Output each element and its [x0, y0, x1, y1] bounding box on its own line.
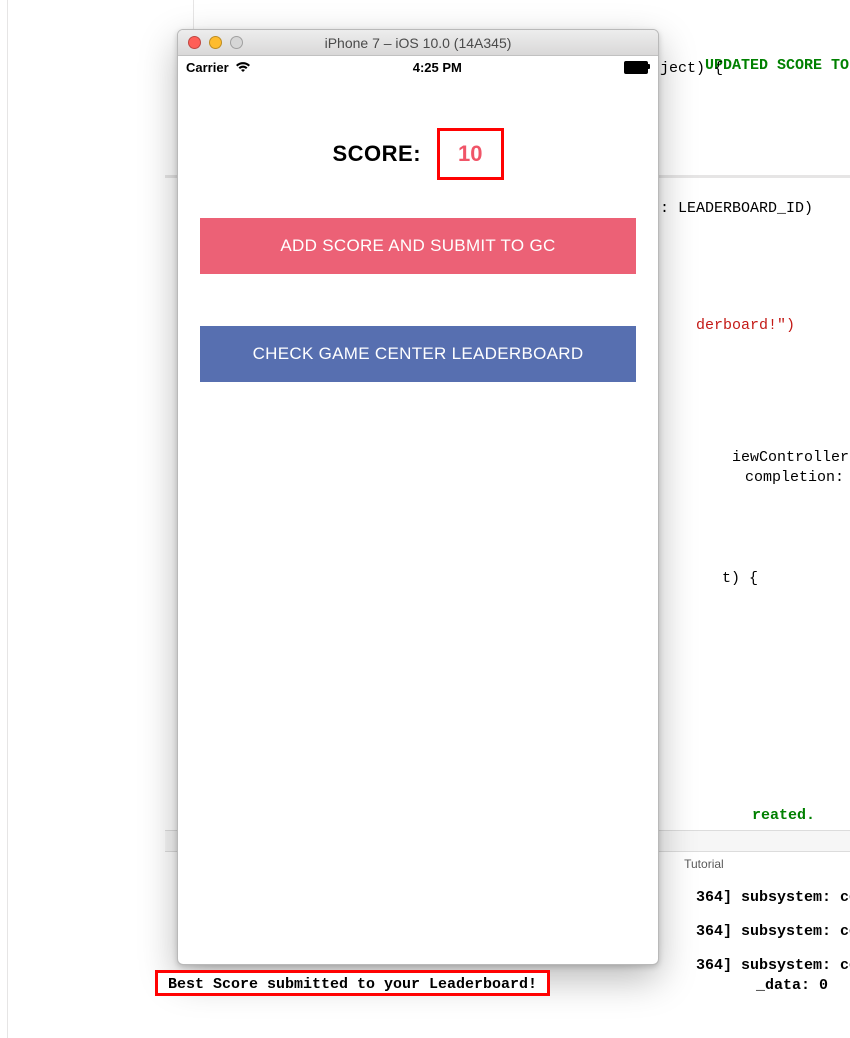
carrier-label: Carrier [186, 60, 229, 75]
window-traffic-lights [188, 36, 243, 49]
code-fragment: reated. [752, 807, 815, 824]
score-label: SCORE: [332, 141, 421, 167]
debug-panel-header-label: Tutorial [684, 857, 724, 871]
ios-simulator-window: iPhone 7 – iOS 10.0 (14A345) Carrier 4:2… [177, 29, 659, 965]
code-fragment: ject) { [660, 60, 723, 77]
console-fragment: 364] subsystem: com. [696, 923, 850, 940]
score-row: SCORE: 10 [200, 128, 636, 180]
console-highlight-line: Best Score submitted to your Leaderboard… [155, 970, 550, 996]
minimize-icon[interactable] [209, 36, 222, 49]
editor-left-strip [0, 0, 8, 1038]
battery-icon [624, 61, 650, 73]
zoom-icon[interactable] [230, 36, 243, 49]
close-icon[interactable] [188, 36, 201, 49]
ios-status-bar: Carrier 4:25 PM [178, 56, 658, 78]
simulator-titlebar[interactable]: iPhone 7 – iOS 10.0 (14A345) [178, 30, 658, 56]
score-highlight-box: 10 [437, 128, 503, 180]
app-content: SCORE: 10 ADD SCORE AND SUBMIT TO GC CHE… [178, 78, 658, 382]
score-value: 10 [458, 141, 482, 166]
add-score-button[interactable]: ADD SCORE AND SUBMIT TO GC [200, 218, 636, 274]
console-fragment: _data: 0 [756, 977, 828, 994]
console-fragment: 364] subsystem: com. [696, 889, 850, 906]
simulator-title: iPhone 7 – iOS 10.0 (14A345) [178, 35, 658, 51]
code-fragment: : LEADERBOARD_ID) [660, 200, 813, 217]
wifi-icon [235, 61, 251, 73]
code-fragment: derboard!") [696, 317, 795, 334]
code-fragment: completion: [736, 469, 850, 486]
status-time: 4:25 PM [413, 60, 462, 75]
code-fragment: t) { [722, 570, 758, 587]
check-leaderboard-button[interactable]: CHECK GAME CENTER LEADERBOARD [200, 326, 636, 382]
